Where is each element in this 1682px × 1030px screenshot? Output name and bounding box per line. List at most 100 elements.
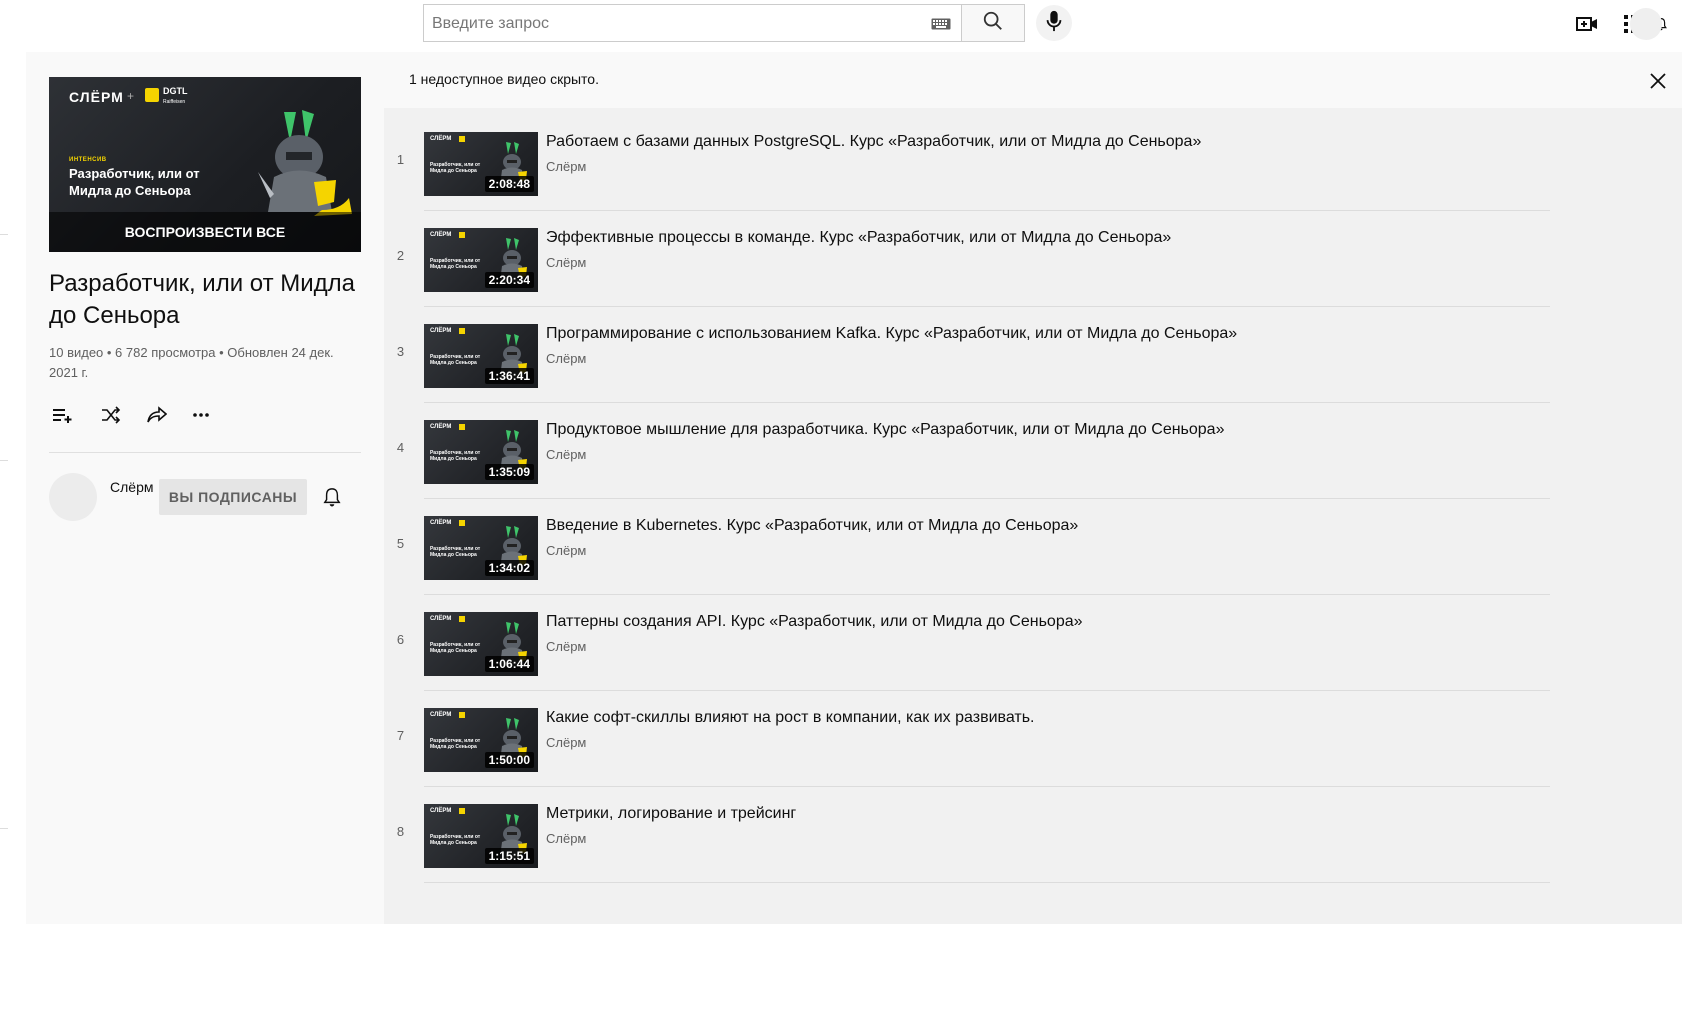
thumb-title: Разработчик, или от Мидла до Сеньора bbox=[430, 162, 481, 174]
sidebar-divider bbox=[49, 452, 361, 453]
mic-icon bbox=[1045, 10, 1063, 37]
list-item[interactable]: 2 СЛЁРМ Разработчик, или от Мидла до Сен… bbox=[384, 222, 1550, 318]
video-list: 1 СЛЁРМ Разработчик, или от Мидла до Сен… bbox=[384, 108, 1682, 924]
row-divider bbox=[424, 498, 1550, 499]
video-thumbnail[interactable]: СЛЁРМ Разработчик, или от Мидла до Сеньо… bbox=[424, 132, 538, 196]
thumb-brand: СЛЁРМ bbox=[430, 712, 452, 718]
video-index: 7 bbox=[396, 728, 405, 743]
video-thumbnail[interactable]: СЛЁРМ Разработчик, или от Мидла до Сеньо… bbox=[424, 708, 538, 772]
video-thumbnail[interactable]: СЛЁРМ Разработчик, или от Мидла до Сеньо… bbox=[424, 324, 538, 388]
video-title[interactable]: Метрики, логирование и трейсинг bbox=[546, 803, 1546, 825]
notification-bell-icon[interactable] bbox=[320, 485, 344, 509]
channel-avatar[interactable] bbox=[49, 473, 97, 521]
play-all-button[interactable]: ВОСПРОИЗВЕСТИ ВСЕ bbox=[49, 212, 361, 252]
video-duration: 1:34:02 bbox=[484, 560, 534, 576]
video-duration: 2:20:34 bbox=[484, 272, 534, 288]
left-edge bbox=[0, 52, 26, 924]
playlist-title: Разработчик, или от Мидла до Сеньора bbox=[49, 270, 356, 329]
list-item[interactable]: 3 СЛЁРМ Разработчик, или от Мидла до Сен… bbox=[384, 318, 1550, 414]
video-thumbnail[interactable]: СЛЁРМ Разработчик, или от Мидла до Сеньо… bbox=[424, 516, 538, 580]
playlist-cover[interactable]: СЛЁРМ + DGTL Raiffeisen ИНТЕНСИВ Разрабо… bbox=[49, 77, 361, 252]
video-thumbnail[interactable]: СЛЁРМ Разработчик, или от Мидла до Сеньо… bbox=[424, 420, 538, 484]
thumb-brand: СЛЁРМ bbox=[430, 328, 452, 334]
video-channel[interactable]: Слёрм bbox=[546, 159, 586, 174]
search-button[interactable] bbox=[961, 4, 1025, 42]
thumb-brand: СЛЁРМ bbox=[430, 136, 452, 142]
dgtl-logo bbox=[145, 88, 159, 102]
close-icon[interactable] bbox=[1646, 69, 1670, 93]
keyboard-icon[interactable] bbox=[931, 17, 951, 35]
video-title[interactable]: Какие софт-скиллы влияют на рост в компа… bbox=[546, 707, 1546, 729]
user-avatar[interactable] bbox=[1630, 8, 1662, 40]
video-thumbnail[interactable]: СЛЁРМ Разработчик, или от Мидла до Сеньо… bbox=[424, 612, 538, 676]
video-title[interactable]: Продуктовое мышление для разработчика. К… bbox=[546, 419, 1546, 441]
video-duration: 1:50:00 bbox=[484, 752, 534, 768]
video-title[interactable]: Работаем с базами данных PostgreSQL. Кур… bbox=[546, 131, 1546, 153]
dgtl-logo bbox=[459, 520, 465, 526]
thumb-brand: СЛЁРМ bbox=[430, 616, 452, 622]
more-icon[interactable] bbox=[187, 401, 215, 429]
video-duration: 2:08:48 bbox=[484, 176, 534, 192]
row-divider bbox=[424, 594, 1550, 595]
row-divider bbox=[424, 306, 1550, 307]
cover-kicker: ИНТЕНСИВ bbox=[69, 157, 107, 163]
video-channel[interactable]: Слёрм bbox=[546, 351, 586, 366]
notice-text: 1 недоступное видео скрыто. bbox=[409, 71, 599, 87]
dgtl-logo bbox=[459, 712, 465, 718]
video-title[interactable]: Паттерны создания API. Курс «Разработчик… bbox=[546, 611, 1546, 633]
dgtl-logo bbox=[459, 136, 465, 142]
video-thumbnail[interactable]: СЛЁРМ Разработчик, или от Мидла до Сеньо… bbox=[424, 228, 538, 292]
shuffle-icon[interactable] bbox=[97, 401, 125, 429]
search-input[interactable] bbox=[430, 5, 934, 43]
dgtl-logo bbox=[459, 424, 465, 430]
playlist-stats: 10 видео • 6 782 просмотра • Обновлен 24… bbox=[49, 345, 334, 380]
subscribe-button[interactable]: ВЫ ПОДПИСАНЫ bbox=[159, 479, 307, 515]
mascot-image bbox=[258, 110, 352, 216]
playlist-sidebar: СЛЁРМ + DGTL Raiffeisen ИНТЕНСИВ Разрабо… bbox=[26, 52, 384, 924]
video-channel[interactable]: Слёрм bbox=[546, 735, 586, 750]
list-item[interactable]: 8 СЛЁРМ Разработчик, или от Мидла до Сен… bbox=[384, 798, 1550, 894]
video-channel[interactable]: Слёрм bbox=[546, 639, 586, 654]
video-index: 2 bbox=[396, 248, 405, 263]
cover-brand: СЛЁРМ bbox=[69, 89, 124, 105]
video-index: 8 bbox=[396, 824, 405, 839]
voice-search-button[interactable] bbox=[1036, 5, 1072, 41]
thumb-brand: СЛЁРМ bbox=[430, 808, 452, 814]
thumb-brand: СЛЁРМ bbox=[430, 424, 452, 430]
row-divider bbox=[424, 690, 1550, 691]
video-channel[interactable]: Слёрм bbox=[546, 447, 586, 462]
search-box[interactable] bbox=[423, 4, 961, 43]
thumb-title: Разработчик, или от Мидла до Сеньора bbox=[430, 450, 481, 462]
video-channel[interactable]: Слёрм bbox=[546, 543, 586, 558]
video-thumbnail[interactable]: СЛЁРМ Разработчик, или от Мидла до Сеньо… bbox=[424, 804, 538, 868]
video-index: 5 bbox=[396, 536, 405, 551]
video-title[interactable]: Введение в Kubernetes. Курс «Разработчик… bbox=[546, 515, 1546, 537]
cover-partner: DGTL Raiffeisen bbox=[163, 86, 188, 106]
top-header bbox=[0, 0, 1682, 52]
video-channel[interactable]: Слёрм bbox=[546, 831, 586, 846]
thumb-title: Разработчик, или от Мидла до Сеньора bbox=[430, 258, 481, 270]
list-item[interactable]: 7 СЛЁРМ Разработчик, или от Мидла до Сен… bbox=[384, 702, 1550, 798]
video-duration: 1:15:51 bbox=[484, 848, 534, 864]
share-icon[interactable] bbox=[143, 401, 171, 429]
list-item[interactable]: 5 СЛЁРМ Разработчик, или от Мидла до Сен… bbox=[384, 510, 1550, 606]
channel-name[interactable]: Слёрм bbox=[110, 477, 153, 497]
add-to-queue-icon[interactable] bbox=[49, 401, 77, 429]
row-divider bbox=[424, 882, 1550, 883]
list-item[interactable]: 4 СЛЁРМ Разработчик, или от Мидла до Сен… bbox=[384, 414, 1550, 510]
video-title[interactable]: Эффективные процессы в команде. Курс «Ра… bbox=[546, 227, 1546, 249]
dgtl-logo bbox=[459, 616, 465, 622]
dgtl-logo bbox=[459, 328, 465, 334]
video-title[interactable]: Программирование с использованием Kafka.… bbox=[546, 323, 1546, 345]
dgtl-logo bbox=[459, 808, 465, 814]
list-item[interactable]: 1 СЛЁРМ Разработчик, или от Мидла до Сен… bbox=[384, 126, 1550, 222]
divider bbox=[0, 234, 8, 235]
create-video-icon[interactable] bbox=[1575, 12, 1599, 36]
thumb-title: Разработчик, или от Мидла до Сеньора bbox=[430, 738, 481, 750]
video-channel[interactable]: Слёрм bbox=[546, 255, 586, 270]
thumb-title: Разработчик, или от Мидла до Сеньора bbox=[430, 546, 481, 558]
playlist-actions bbox=[49, 397, 369, 433]
list-item[interactable]: 6 СЛЁРМ Разработчик, или от Мидла до Сен… bbox=[384, 606, 1550, 702]
row-divider bbox=[424, 786, 1550, 787]
thumb-brand: СЛЁРМ bbox=[430, 232, 452, 238]
